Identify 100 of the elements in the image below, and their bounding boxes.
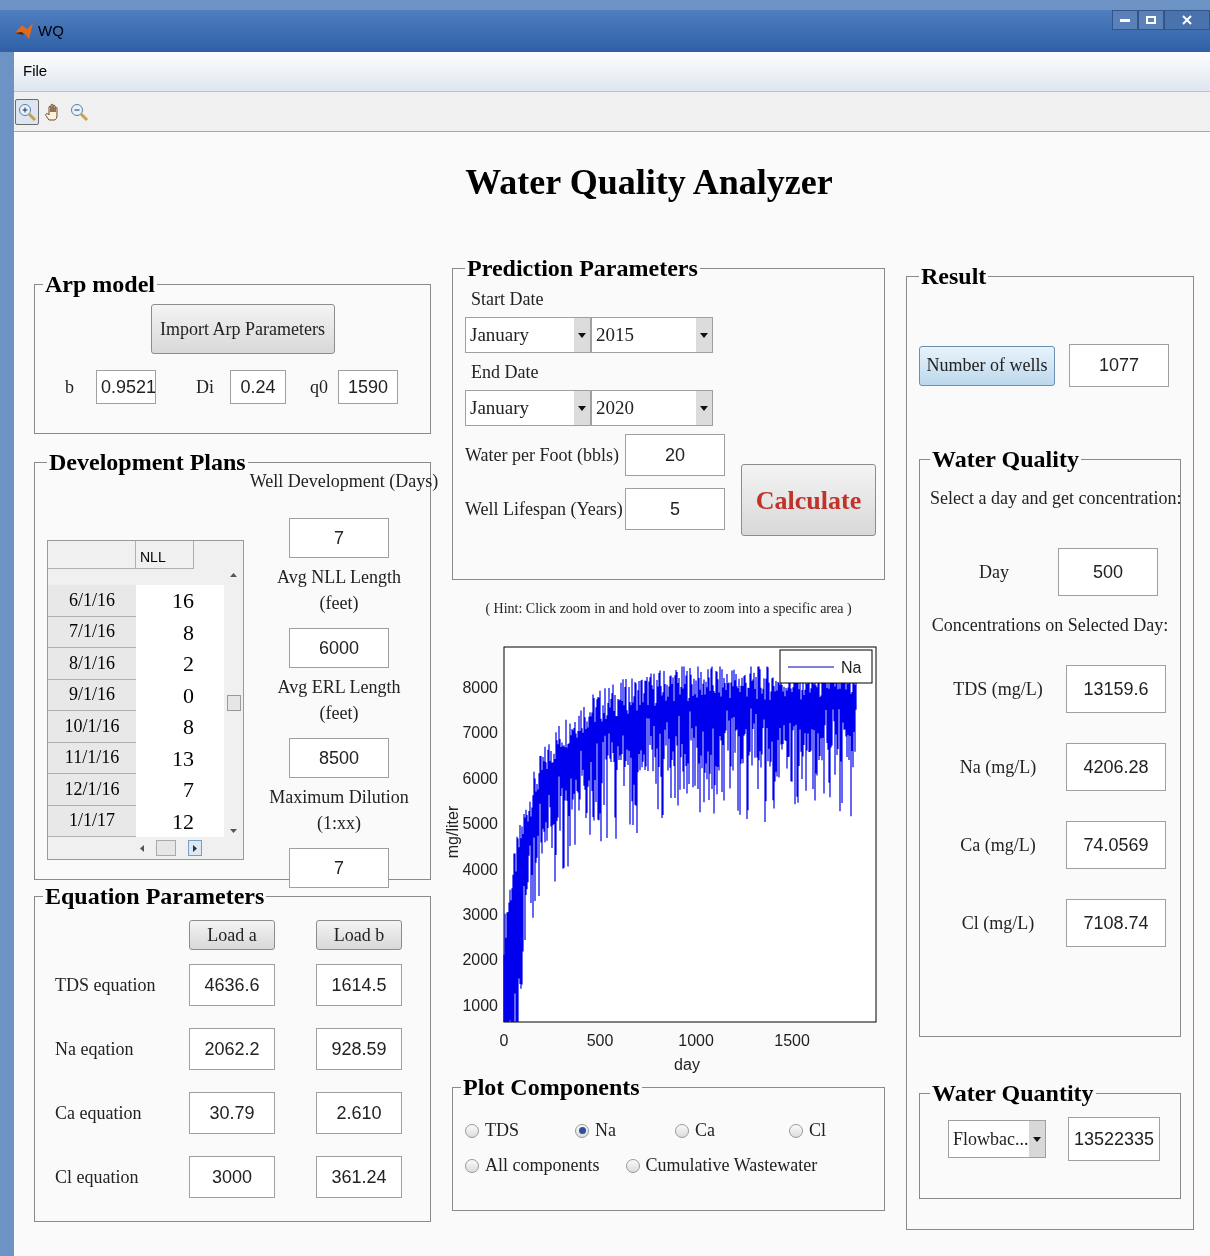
- radio-button[interactable]: [625, 1158, 640, 1173]
- input-field[interactable]: 361.24: [316, 1156, 402, 1198]
- input-field[interactable]: 0.24: [230, 370, 286, 404]
- dropdown[interactable]: January: [465, 390, 591, 426]
- radio-button[interactable]: [675, 1123, 689, 1138]
- scroll-thumb[interactable]: [226, 695, 241, 711]
- scroll-thumb[interactable]: [156, 840, 176, 856]
- input-field[interactable]: 5: [625, 488, 725, 530]
- input-field[interactable]: 500: [1058, 548, 1158, 596]
- label: End Date: [470, 361, 540, 384]
- label: Cl equation: [54, 1165, 140, 1189]
- label: TDS (mg/L): [952, 677, 1044, 701]
- label: Well Development (Days): [249, 470, 439, 493]
- panel-title: Water Quality: [931, 447, 1080, 471]
- table-cell: 13: [136, 742, 224, 774]
- y-tick-label: 6000: [462, 769, 498, 787]
- minimize-button[interactable]: [1112, 10, 1138, 30]
- input-field[interactable]: 20: [625, 434, 725, 476]
- y-tick-label: 5000: [462, 815, 498, 833]
- panel-title: Equation Parameters: [44, 884, 266, 908]
- output-field[interactable]: 1077: [1069, 344, 1169, 387]
- label: q0: [310, 375, 328, 399]
- dropdown[interactable]: 2015: [591, 317, 713, 353]
- radio-button[interactable]: [789, 1123, 803, 1138]
- zoom-in-icon[interactable]: [15, 98, 39, 125]
- table-cell: 7: [136, 774, 224, 806]
- label: Di: [196, 375, 214, 399]
- output-field[interactable]: 13159.6: [1066, 665, 1166, 713]
- dropdown[interactable]: Flowbac...: [948, 1120, 1046, 1158]
- window-title: WQ: [38, 20, 64, 41]
- y-tick-label: 1000: [462, 996, 498, 1014]
- label: TDS equation: [54, 973, 157, 997]
- row-header: 11/1/16: [48, 742, 136, 774]
- input-field[interactable]: 30.79: [189, 1092, 275, 1134]
- table-cell: 12: [136, 805, 224, 837]
- label: Start Date: [470, 288, 545, 311]
- row-header: 10/1/16: [48, 711, 136, 743]
- table-cell: 2: [136, 648, 224, 680]
- close-icon: [1182, 15, 1192, 25]
- radio-button[interactable]: [465, 1158, 479, 1173]
- output-field[interactable]: 4206.28: [1066, 743, 1166, 791]
- radio-button[interactable]: [465, 1123, 479, 1138]
- label: Water per Foot (bbls): [465, 443, 620, 467]
- label: Maximum Dilution (1:xx): [269, 786, 409, 835]
- input-field[interactable]: 3000: [189, 1156, 275, 1198]
- caret-icon: [696, 318, 712, 352]
- input-field[interactable]: 2062.2: [189, 1028, 275, 1070]
- output-field[interactable]: 7108.74: [1066, 899, 1166, 947]
- input-field[interactable]: 1590: [338, 370, 398, 404]
- row-header: 9/1/16: [48, 679, 136, 711]
- input-field[interactable]: 6000: [289, 628, 389, 668]
- label: Concentrations on Selected Day:: [930, 614, 1170, 637]
- caret-icon: [696, 391, 712, 425]
- radio-label: Ca: [695, 1119, 715, 1142]
- scroll-left-icon[interactable]: [140, 844, 144, 852]
- output-field[interactable]: 74.0569: [1066, 821, 1166, 869]
- input-field[interactable]: 4636.6: [189, 964, 275, 1006]
- table-cell: 16: [136, 585, 224, 617]
- import-button[interactable]: Import Arp Parameters: [150, 304, 335, 354]
- scroll-up-icon[interactable]: [230, 573, 237, 577]
- scroll-down-icon[interactable]: [230, 829, 237, 833]
- row-header: 12/1/16: [48, 774, 136, 806]
- input-field[interactable]: 928.59: [316, 1028, 402, 1070]
- scroll-right-button[interactable]: [188, 840, 202, 856]
- row-header: 8/1/16: [48, 648, 136, 680]
- load-button[interactable]: Load a: [189, 920, 275, 950]
- label: Avg ERL Length (feet): [276, 676, 402, 725]
- close-button[interactable]: [1164, 10, 1210, 30]
- app-logo-icon: [14, 21, 34, 41]
- number-of-wells-button[interactable]: Number of wells: [919, 345, 1055, 386]
- radio-label: TDS: [485, 1119, 519, 1142]
- panel-title: Arp model: [44, 272, 156, 296]
- input-field[interactable]: 7: [289, 848, 389, 888]
- radio-label: Na: [595, 1119, 616, 1142]
- scroll-right-icon: [193, 844, 197, 852]
- hint-text: ( Hint: Click zoom in and hold over to zoom into a specific area ): [484, 600, 853, 618]
- input-field[interactable]: 2.610: [316, 1092, 402, 1134]
- input-field[interactable]: 8500: [289, 738, 389, 778]
- label: Day: [978, 560, 1010, 584]
- table-cell: 8: [136, 711, 224, 743]
- menu-item[interactable]: File: [23, 60, 48, 83]
- input-field[interactable]: 7: [289, 518, 389, 558]
- load-button[interactable]: Load b: [316, 920, 402, 950]
- label: Na eqation: [54, 1037, 135, 1061]
- output-field[interactable]: 13522335: [1068, 1117, 1160, 1161]
- label: Cl (mg/L): [960, 911, 1036, 935]
- dropdown[interactable]: January: [465, 317, 591, 353]
- input-field[interactable]: 1614.5: [316, 964, 402, 1006]
- radio-label: All components: [485, 1154, 600, 1177]
- radio-button[interactable]: [575, 1123, 589, 1138]
- y-axis-label: mg/liter: [446, 805, 461, 859]
- input-field[interactable]: 0.9521: [96, 370, 156, 404]
- panel-title: Water Quantity: [931, 1081, 1095, 1105]
- label: Avg NLL Length (feet): [276, 566, 402, 615]
- x-tick-label: 1000: [678, 1032, 714, 1049]
- calculate-button[interactable]: Calculate: [741, 464, 876, 536]
- dropdown[interactable]: 2020: [591, 390, 713, 426]
- label: Well Lifespan (Years): [465, 497, 624, 521]
- x-tick-label: 500: [586, 1032, 614, 1049]
- maximize-button[interactable]: [1138, 10, 1164, 30]
